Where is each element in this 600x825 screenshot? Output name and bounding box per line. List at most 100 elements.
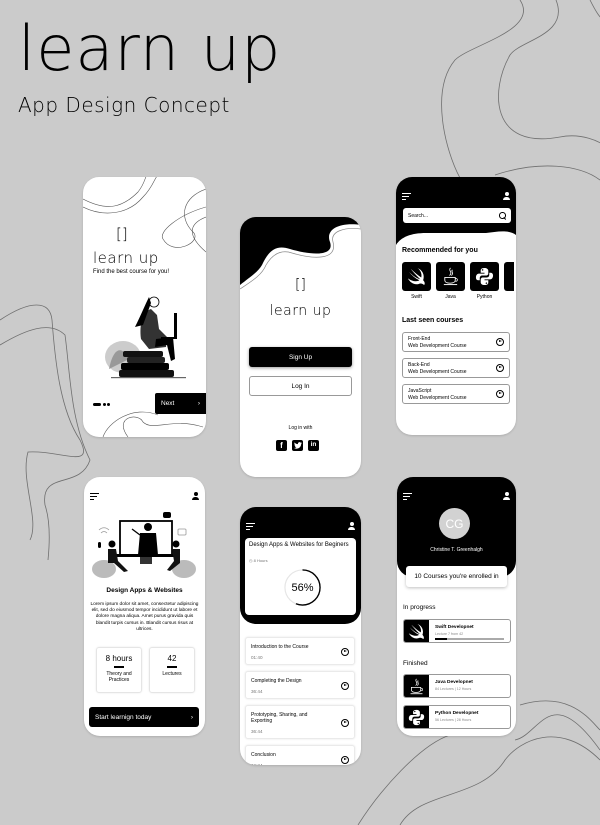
java-icon <box>410 678 423 695</box>
python-icon <box>408 709 425 726</box>
play-icon[interactable] <box>496 390 504 398</box>
logo-icon: [] <box>295 277 306 293</box>
course-subtitle: 56 Lectures | 28 Hours <box>435 718 472 722</box>
course-detail-screen: Design Apps & Websites Lorem ipsum dolor… <box>84 477 205 736</box>
lesson-item[interactable]: Introduction to the Course 01:40 <box>245 637 355 665</box>
profile-screen: CG Christine T. Greenhalgh 10 Courses yo… <box>397 477 516 736</box>
user-name: Christine T. Greenhalgh <box>430 547 483 553</box>
finished-title: Finished <box>403 660 428 667</box>
play-icon[interactable] <box>496 338 504 346</box>
stat-card-hours: 8 hours Theory and Practices <box>96 647 142 693</box>
online-class-illustration <box>92 512 196 578</box>
start-learning-button[interactable]: Start learnign today › <box>89 707 199 727</box>
finished-course-card[interactable]: Java Developnet 84 Lectures | 12 Hours <box>403 674 511 698</box>
sign-up-button[interactable]: Sign Up <box>249 347 352 367</box>
play-icon[interactable] <box>341 682 349 690</box>
course-description: Lorem ipsum dolor sit amet, consectetur … <box>90 602 199 632</box>
course-subtitle: 84 Lectures | 12 Hours <box>435 687 472 691</box>
facebook-icon[interactable]: f <box>276 440 287 451</box>
twitter-icon[interactable] <box>292 440 303 451</box>
course-subtitle: Web Development Course <box>408 368 467 375</box>
play-icon[interactable] <box>341 756 349 764</box>
python-icon <box>475 267 494 286</box>
course-duration: ◷ 8 Hours <box>249 558 268 563</box>
course-title: Python Developnet <box>435 711 479 716</box>
logo-icon: [] <box>116 225 128 243</box>
lesson-item[interactable]: Prototyping, Sharing, and Exporting 36:4… <box>245 705 355 739</box>
course-card[interactable]: JavaScript Web Development Course <box>402 384 510 404</box>
course-progress-fill <box>435 638 447 640</box>
brand-name: learn up <box>93 249 159 267</box>
menu-icon[interactable] <box>246 523 255 530</box>
recommended-label: Python <box>476 294 493 300</box>
course-card[interactable]: Front-End Web Development Course <box>402 332 510 352</box>
login-with-label: Log in with <box>288 425 313 431</box>
woman-on-books-illustration <box>105 296 186 379</box>
lesson-duration: 36:44 <box>251 689 263 694</box>
page-indicator <box>93 403 110 406</box>
linkedin-icon[interactable]: in <box>308 440 319 451</box>
recommended-item[interactable]: Swift <box>402 262 431 300</box>
user-icon[interactable] <box>192 492 199 500</box>
lesson-title: Prototyping, Sharing, and Exporting <box>251 712 308 725</box>
course-subtitle: Web Development Course <box>408 394 467 401</box>
hero-subtitle: App Design Concept <box>18 93 230 117</box>
log-in-button[interactable]: Log In <box>249 376 352 396</box>
menu-icon[interactable] <box>402 193 411 200</box>
finished-course-card[interactable]: Python Developnet 56 Lectures | 28 Hours <box>403 705 511 729</box>
recommended-item-partial[interactable] <box>504 262 514 291</box>
last-seen-title: Last seen courses <box>402 317 464 324</box>
social-login-row: f in <box>276 440 319 451</box>
hero-title: learn up <box>18 12 282 85</box>
progress-percent: 56% <box>291 581 314 594</box>
lesson-duration: 36:44 <box>251 729 263 734</box>
search-icon[interactable] <box>499 212 506 219</box>
menu-icon[interactable] <box>90 493 99 500</box>
chevron-right-icon: › <box>190 713 193 721</box>
chevron-right-icon: › <box>197 400 200 407</box>
user-icon[interactable] <box>503 192 510 200</box>
user-icon[interactable] <box>503 492 510 500</box>
enrolled-count-card[interactable]: 10 Courses you're enrolled in <box>406 566 507 587</box>
search-placeholder: Search... <box>408 212 429 219</box>
lesson-title: Conclusion <box>251 752 276 758</box>
lesson-item[interactable]: Conclusion 00:34 <box>245 745 355 765</box>
lesson-duration: 00:34 <box>251 763 263 765</box>
play-icon[interactable] <box>496 364 504 372</box>
in-progress-title: In progress <box>403 604 436 611</box>
stat-label: Lectures <box>162 670 182 677</box>
recommended-item[interactable]: Java <box>436 262 465 300</box>
course-title: Design Apps & Websites for Beginers <box>249 542 349 548</box>
lesson-title: Introduction to the Course <box>251 644 309 650</box>
menu-icon[interactable] <box>403 493 412 500</box>
recommended-title: Recommended for you <box>402 247 478 254</box>
recommended-label: Swift <box>411 294 422 300</box>
course-title: Java Developnet <box>435 680 473 685</box>
onboarding-screen: [] learn up Find the best course for you… <box>83 177 206 437</box>
search-input[interactable]: Search... <box>403 208 511 223</box>
user-icon[interactable] <box>348 522 355 530</box>
start-learning-label: Start learnign today <box>95 713 152 721</box>
course-card[interactable]: Back-End Web Development Course <box>402 358 510 378</box>
course-subtitle: Web Development Course <box>408 342 467 349</box>
avatar[interactable]: CG <box>439 508 470 539</box>
home-screen: Search... Recommended for you Swift Java… <box>396 177 516 435</box>
next-label: Next <box>161 400 175 407</box>
lesson-title: Completing the Design <box>251 678 302 684</box>
course-subtitle: Lecture 7 from 42 <box>435 632 464 636</box>
next-button[interactable]: Next › <box>155 393 206 414</box>
stat-label: Theory and Practices <box>106 670 132 684</box>
lesson-item[interactable]: Completing the Design 36:44 <box>245 671 355 699</box>
recommended-list: Swift Java Python <box>402 262 514 300</box>
auth-screen: [] learn up Sign Up Log In Log in with f… <box>240 217 361 477</box>
play-icon[interactable] <box>341 719 349 727</box>
course-title: Design Apps & Websites <box>106 587 183 594</box>
recommended-item[interactable]: Python <box>470 262 499 300</box>
stat-card-lectures: 42 Lectures <box>149 647 195 693</box>
tagline: Find the best course for you! <box>93 269 170 275</box>
lesson-duration: 01:40 <box>251 655 263 660</box>
play-icon[interactable] <box>341 648 349 656</box>
in-progress-course-card[interactable]: Swift Developnet Lecture 7 from 42 <box>403 619 511 643</box>
recommended-label: Java <box>445 294 456 300</box>
course-title: Swift Developnet <box>435 625 474 630</box>
